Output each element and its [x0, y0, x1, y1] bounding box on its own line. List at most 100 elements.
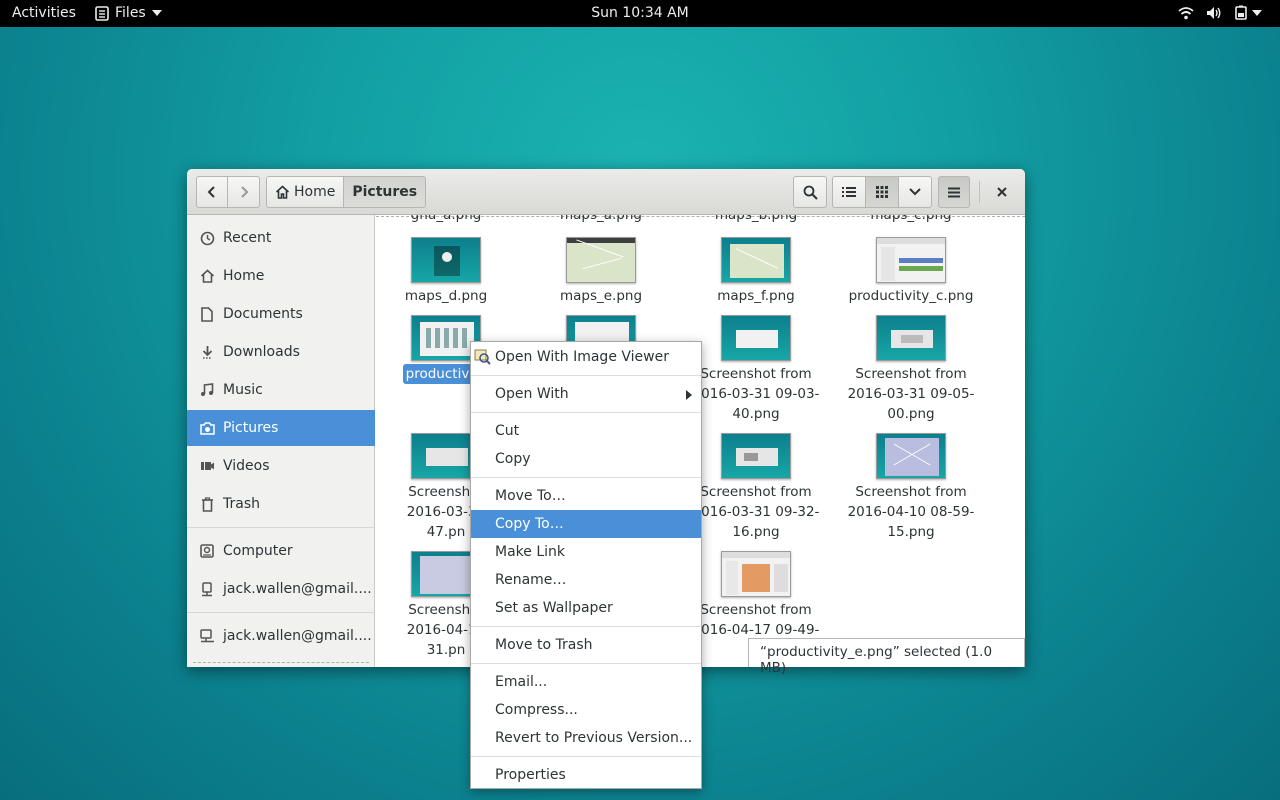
file-name-line: 16.png [732, 524, 780, 540]
menu-item-move-to[interactable]: Move To… [471, 482, 701, 510]
menu-item-label: Compress... [495, 702, 578, 718]
menu-separator [471, 375, 701, 376]
image-thumbnail [721, 551, 791, 597]
activities-button[interactable]: Activities [12, 5, 76, 21]
image-thumbnail [721, 237, 791, 283]
menu-item-label: Move To… [495, 488, 566, 504]
file-item[interactable]: maps_f.png [681, 237, 831, 306]
sidebar-item-downloads[interactable]: Downloads [187, 334, 375, 370]
download-icon [202, 346, 212, 359]
file-item[interactable]: Screenshot from 2016-03-31 09-03- 40.png [681, 315, 831, 424]
grid-view-button[interactable] [865, 176, 899, 208]
clock-icon [200, 231, 214, 245]
menu-item-open-with-image-viewer[interactable]: Open With Image Viewer [471, 343, 701, 371]
top-bar: Activities Files Sun 10:34 AM [0, 0, 1280, 27]
clock[interactable]: Sun 10:34 AM [591, 5, 689, 21]
file-item[interactable]: Screenshot from 2016-04-17 09-49- [681, 551, 831, 640]
breadcrumb-pictures[interactable]: Pictures [344, 176, 427, 208]
forward-button[interactable] [227, 176, 260, 208]
file-item[interactable]: maps_a.png [526, 215, 676, 225]
menu-item-open-with[interactable]: Open With [471, 380, 701, 408]
sidebar-item-trash[interactable]: Trash [187, 486, 375, 522]
menu-item-compress[interactable]: Compress... [471, 696, 701, 724]
menu-item-move-to-trash[interactable]: Move to Trash [471, 631, 701, 659]
system-tray[interactable] [1178, 5, 1262, 20]
sidebar-item-label: Pictures [223, 420, 279, 436]
search-button[interactable] [793, 176, 827, 208]
menu-item-label: Email... [495, 674, 548, 690]
sidebar-item-home[interactable]: Home [187, 258, 375, 294]
file-name-line: 2016-04-10 08-59- [847, 504, 975, 520]
file-name-line: 00.png [887, 406, 935, 422]
menu-item-label: Open With [495, 386, 569, 402]
sidebar-item-account-2[interactable]: jack.wallen@gmail.... [187, 618, 375, 654]
menu-item-set-as-wallpaper[interactable]: Set as Wallpaper [471, 594, 701, 622]
image-thumbnail [721, 315, 791, 361]
menu-item-email[interactable]: Email... [471, 668, 701, 696]
sidebar-item-account-1[interactable]: jack.wallen@gmail.... [187, 571, 375, 607]
menu-item-copy[interactable]: Copy [471, 445, 701, 473]
file-name: gnu_a.png [410, 215, 482, 223]
sidebar-item-documents[interactable]: Documents [187, 296, 375, 332]
breadcrumb-home[interactable]: Home [266, 176, 345, 208]
files-app-icon [95, 5, 109, 21]
image-thumbnail [411, 237, 481, 283]
menu-item-label: Copy [495, 451, 531, 467]
menu-item-label: Copy To… [495, 516, 564, 532]
menu-separator [471, 412, 701, 413]
home-icon [275, 185, 290, 199]
menu-item-rename[interactable]: Rename… [471, 566, 701, 594]
file-item[interactable]: productivity_c.png [836, 237, 986, 306]
breadcrumb-pictures-label: Pictures [352, 184, 418, 200]
menu-item-label: Properties [495, 767, 566, 783]
sidebar-item-computer[interactable]: Computer [187, 533, 375, 569]
list-view-button[interactable] [832, 176, 866, 208]
file-item[interactable]: Screenshot from 2016-03-31 09-32- 16.png [681, 433, 831, 542]
back-button[interactable] [196, 176, 228, 208]
menu-item-properties[interactable]: Properties [471, 761, 701, 789]
file-name-line: 2016-03-31 09-32- [692, 504, 820, 520]
battery-icon [1235, 5, 1247, 20]
drive-icon [200, 544, 214, 558]
trash-icon [201, 496, 213, 512]
menu-item-cut[interactable]: Cut [471, 417, 701, 445]
chevron-down-icon [1252, 9, 1262, 16]
home-icon [200, 269, 214, 283]
file-name-line: Screenshot from [855, 366, 967, 382]
menu-item-copy-to[interactable]: Copy To… [471, 510, 701, 538]
file-name-line: Screenshot from [700, 366, 812, 382]
file-name: maps_c.png [870, 215, 952, 223]
menu-button[interactable] [938, 176, 970, 208]
file-item[interactable]: maps_b.png [681, 215, 831, 225]
sidebar: Recent Home Documents Downloads Music Pi… [187, 215, 375, 667]
document-icon [201, 306, 213, 322]
file-name: maps_a.png [559, 215, 643, 223]
file-item[interactable]: gnu_a.png [376, 215, 521, 225]
file-name-line: Screenshot from [855, 484, 967, 500]
camera-icon [199, 421, 215, 435]
sidebar-item-label: Recent [223, 230, 272, 246]
menu-item-revert-to-previous-version[interactable]: Revert to Previous Version... [471, 724, 701, 752]
app-menu[interactable]: Files [95, 5, 162, 21]
file-item[interactable]: maps_c.png [836, 215, 986, 225]
view-options-button[interactable] [898, 176, 932, 208]
sidebar-item-label: jack.wallen@gmail.... [223, 581, 372, 597]
sidebar-item-label: Home [223, 268, 265, 284]
grid-view-icon [876, 186, 888, 198]
sidebar-item-pictures[interactable]: Pictures [187, 410, 375, 446]
sidebar-item-recent[interactable]: Recent [187, 220, 375, 256]
menu-item-make-link[interactable]: Make Link [471, 538, 701, 566]
menu-separator [471, 663, 701, 664]
breadcrumb: Home Pictures [266, 176, 427, 208]
close-button[interactable] [987, 176, 1017, 208]
scroll-indicator [193, 662, 369, 663]
file-item[interactable]: Screenshot from 2016-03-31 09-05- 00.png [836, 315, 986, 424]
file-name-line: 2016-03-31 09-03- [692, 386, 820, 402]
network-icon [202, 581, 212, 596]
image-thumbnail [566, 237, 636, 283]
sidebar-item-videos[interactable]: Videos [187, 448, 375, 484]
file-item[interactable]: maps_e.png [526, 237, 676, 306]
file-item[interactable]: maps_d.png [376, 237, 521, 306]
sidebar-item-music[interactable]: Music [187, 372, 375, 408]
file-item[interactable]: Screenshot from 2016-04-10 08-59- 15.png [836, 433, 986, 542]
